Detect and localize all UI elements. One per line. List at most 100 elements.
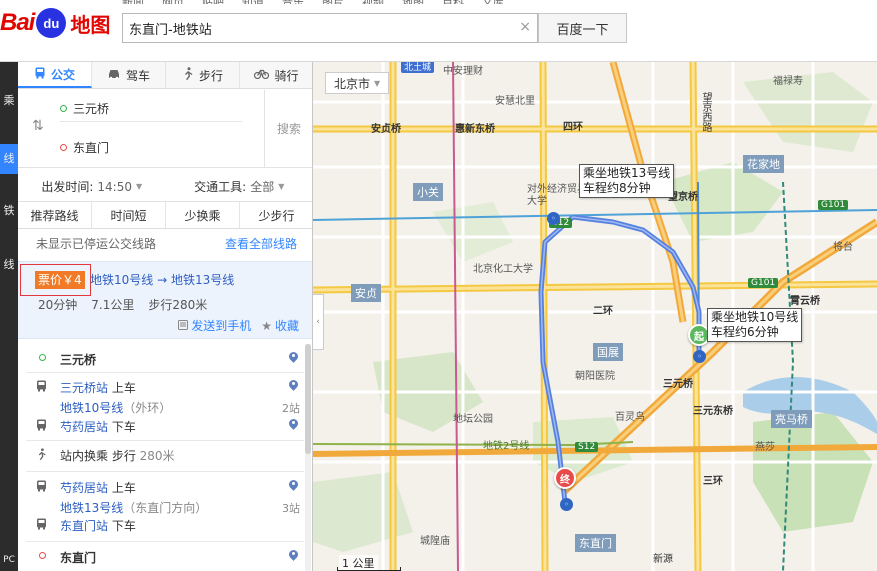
tab-car[interactable]: 驾车 xyxy=(92,62,166,88)
pref-tab-shortest-time[interactable]: 时间短 xyxy=(92,202,166,228)
callout-line: 乘坐地铁10号线 xyxy=(711,310,799,324)
tab-bike-label: 骑行 xyxy=(274,68,299,83)
strip-item[interactable]: 铁 xyxy=(0,200,18,222)
end-marker[interactable]: 终 xyxy=(554,467,576,489)
location-pin-icon[interactable] xyxy=(289,380,298,392)
depart-time-select[interactable]: 出发时间: 14:50 ▼ xyxy=(18,172,166,201)
plan-distance: 7.1公里 xyxy=(91,298,135,312)
nav-link[interactable]: 地图 xyxy=(402,0,424,4)
pref-tab-recommended[interactable]: 推荐路线 xyxy=(18,202,92,228)
step-end-title: 东直门 xyxy=(60,551,97,565)
location-pin-icon[interactable] xyxy=(289,550,298,562)
start-point-text: 三元桥 xyxy=(73,102,110,116)
header: Bai du 地图 新闻 网页 贴吧 知道 音乐 图片 视频 地图 百科 文库 … xyxy=(0,0,877,62)
board-text: 芍药居站 上车 xyxy=(60,479,136,496)
strip-item[interactable]: 线 xyxy=(0,254,18,276)
search-route-button[interactable]: 搜索 xyxy=(264,90,312,167)
map-label: 惠新东桥 xyxy=(455,124,495,135)
location-pin-icon[interactable] xyxy=(289,419,298,431)
favorite-button[interactable]: ★ 收藏 xyxy=(261,317,299,334)
panel-scrollbar[interactable] xyxy=(305,344,311,571)
star-icon: ★ xyxy=(261,318,272,333)
tab-walk-label: 步行 xyxy=(198,68,223,83)
tab-bus[interactable]: 公交 xyxy=(18,62,92,88)
ride-line-link[interactable]: 地铁10号线 xyxy=(60,401,123,415)
send-to-phone-button[interactable]: 发送到手机 xyxy=(178,317,251,334)
bus-icon xyxy=(36,518,47,533)
subway-station-icon[interactable]: ◦ xyxy=(547,212,560,225)
tab-walk[interactable]: 步行 xyxy=(166,62,240,88)
nav-link[interactable]: 贴吧 xyxy=(202,0,224,4)
map-label: 安贞桥 xyxy=(371,124,401,135)
route-callout-line-13: 乘坐地铁13号线 车程约8分钟 xyxy=(579,164,675,198)
pref-tab-less-walking[interactable]: 少步行 xyxy=(240,202,312,228)
notice-row: 未显示已停运公交线路 查看全部线路 xyxy=(18,232,312,254)
ride-text: 地铁10号线（外环） xyxy=(60,399,171,416)
map-label: 中安理财 xyxy=(443,66,483,77)
nav-link[interactable]: 文库 xyxy=(482,0,504,4)
map-canvas[interactable]: 北土城 中安理财 福禄寿 安慧北里 安贞桥 惠新东桥 四环 望京西路 花家地 小… xyxy=(313,62,877,571)
top-nav: 新闻 网页 贴吧 知道 音乐 图片 视频 地图 百科 文库 xyxy=(122,0,504,4)
nav-link[interactable]: 视频 xyxy=(362,0,384,4)
nav-link[interactable]: 图片 xyxy=(322,0,344,4)
map-shield: G101 xyxy=(818,200,849,210)
route-options: 出发时间: 14:50 ▼ 交通工具: 全部 ▼ xyxy=(18,172,313,202)
side-strip: 乘 线 铁 线 PC xyxy=(0,62,18,571)
bike-icon xyxy=(254,68,270,82)
bus-icon xyxy=(34,67,46,82)
end-point-field[interactable]: 东直门 xyxy=(60,134,242,160)
pref-tab-fewer-transfers[interactable]: 少换乘 xyxy=(166,202,240,228)
map-area-tag: 小关 xyxy=(413,183,443,201)
search-input[interactable] xyxy=(123,14,503,42)
clear-icon[interactable]: × xyxy=(519,19,531,35)
ride-line-link[interactable]: 地铁13号线 xyxy=(60,501,123,515)
alight-station-link[interactable]: 东直门站 xyxy=(60,519,108,533)
tab-bike[interactable]: 骑行 xyxy=(240,62,312,88)
map-label: 北京化工大学 xyxy=(473,264,533,275)
start-point-field[interactable]: 三元桥 xyxy=(60,96,242,122)
map-label: 燕莎 xyxy=(755,442,775,453)
step-start[interactable]: 三元桥 xyxy=(26,343,304,373)
nav-link[interactable]: 百科 xyxy=(442,0,464,4)
tab-bus-label: 公交 xyxy=(50,67,75,82)
plan-meta: 20分钟 7.1公里 步行280米 xyxy=(38,296,207,313)
baidu-map-logo[interactable]: Bai du 地图 xyxy=(0,6,110,40)
plan-title[interactable]: 地铁10号线 → 地铁13号线 xyxy=(90,271,234,288)
subway-station-icon[interactable]: ◦ xyxy=(560,498,573,511)
alight-station-link[interactable]: 芍药居站 xyxy=(60,420,108,434)
board-station-link[interactable]: 芍药居站 xyxy=(60,481,108,495)
bus-icon xyxy=(36,480,47,495)
nav-link[interactable]: 知道 xyxy=(242,0,264,4)
plan-line-1: 地铁10号线 xyxy=(90,273,154,287)
nav-link[interactable]: 网页 xyxy=(162,0,184,4)
board-station-link[interactable]: 三元桥站 xyxy=(60,381,108,395)
scrollbar-thumb[interactable] xyxy=(305,344,311,454)
nav-link[interactable]: 音乐 xyxy=(282,0,304,4)
chevron-down-icon: ▼ xyxy=(135,182,143,191)
map-label: 四环 xyxy=(563,122,583,133)
collapse-panel-button[interactable]: ‹ xyxy=(313,294,324,350)
nav-link[interactable]: 新闻 xyxy=(122,0,144,4)
location-pin-icon[interactable] xyxy=(289,352,298,364)
transport-select[interactable]: 交通工具: 全部 ▼ xyxy=(166,172,313,201)
ride-text: 地铁13号线（东直门方向） xyxy=(60,499,207,516)
strip-item-active[interactable]: 线 xyxy=(0,144,18,174)
transfer-label: 站内换乘 步行 xyxy=(60,449,136,463)
chevron-left-icon: ‹ xyxy=(316,317,320,327)
route-plan-card[interactable]: 票价￥4 地铁10号线 → 地铁13号线 20分钟 7.1公里 步行280米 发… xyxy=(18,261,312,339)
city-select[interactable]: 北京市 ▼ xyxy=(325,72,390,94)
subway-station-icon[interactable]: ◦ xyxy=(693,350,706,363)
logo-map-text: 地图 xyxy=(70,12,111,37)
route-steps: 三元桥 三元桥站 上车 地铁10号线（外环） 2站 芍药居站 下车 站内换乘 步… xyxy=(26,343,304,571)
search-button[interactable]: 百度一下 xyxy=(538,13,627,43)
end-dot-icon xyxy=(39,552,46,559)
end-dot-icon xyxy=(60,143,67,151)
view-all-lines-link[interactable]: 查看全部线路 xyxy=(225,235,297,252)
step-end[interactable]: 东直门 xyxy=(26,543,304,571)
swap-icon[interactable]: ⇅ xyxy=(32,118,44,134)
map-label: 北土城 xyxy=(401,62,435,73)
location-pin-icon[interactable] xyxy=(289,480,298,492)
strip-item-pc[interactable]: PC xyxy=(0,549,18,571)
car-icon xyxy=(107,68,121,83)
strip-item[interactable]: 乘 xyxy=(0,90,18,112)
